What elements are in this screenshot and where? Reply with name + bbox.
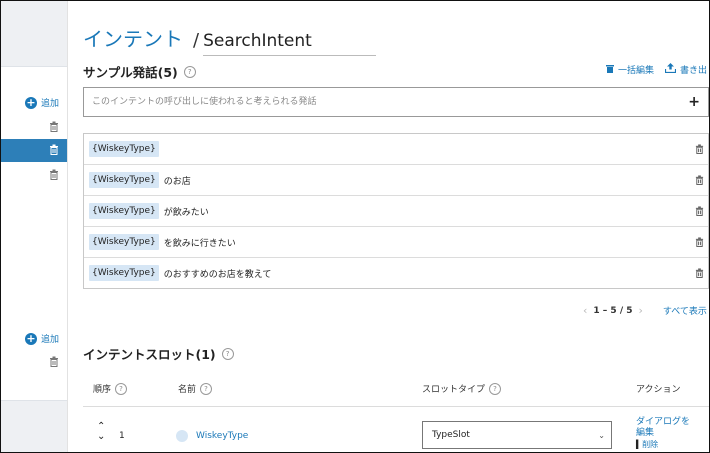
utterance-row[interactable]: {WiskeyType} (84, 134, 708, 165)
reorder-control: ⌃ ⌄ (97, 422, 105, 442)
page-header: インテント / SearchIntent (83, 23, 376, 56)
trash-icon[interactable] (695, 268, 704, 278)
chevron-left-icon[interactable]: ‹ (583, 304, 587, 317)
column-header-action: アクション (636, 385, 681, 395)
plus-circle-icon: + (25, 331, 37, 345)
edit-dialog-link[interactable]: ダイアログを 編集 (636, 417, 690, 439)
intent-name-field[interactable]: SearchIntent (203, 31, 376, 56)
table-row: ⌃ ⌄ 1 WiskeyType TypeSlot ⌄ ダイアログを 編集 ▍削 (83, 416, 709, 452)
edit-icon (606, 64, 614, 76)
trash-icon[interactable] (49, 356, 59, 367)
column-header-slot-type: スロットタイプ ? (422, 382, 502, 395)
sample-utterances-heading: サンプル発話(5) ? (83, 62, 196, 81)
add-utterance-button[interactable]: + (688, 94, 700, 110)
sidebar-add-label: 追加 (41, 335, 60, 345)
utterance-row[interactable]: {WiskeyType} のお店 (84, 165, 708, 196)
sidebar-footer-band (1, 401, 67, 452)
slot-tag[interactable]: {WiskeyType} (89, 172, 159, 188)
sidebar-add-button-2[interactable]: + 追加 (25, 332, 59, 345)
utterance-text: が飲みたい (163, 207, 209, 218)
help-icon[interactable]: ? (183, 65, 196, 78)
utterance-text: を飲みに行きたい (163, 238, 236, 249)
help-icon[interactable]: ? (115, 382, 128, 395)
sidebar: + 追加 + 追加 (1, 1, 68, 452)
slot-tag[interactable]: {WiskeyType} (89, 203, 159, 219)
trash-icon[interactable] (49, 169, 59, 180)
export-button[interactable]: 書き出 (664, 63, 708, 76)
utterance-row[interactable]: {WiskeyType} が飲みたい (84, 196, 708, 227)
intent-slots-heading: インテントスロット(1) ? (83, 344, 234, 363)
pagination: ‹ 1 – 5 / 5 › すべて表示 (583, 304, 707, 317)
app-frame: + 追加 + 追加 インテント / SearchIntent サンプル発話(5)… (0, 0, 710, 453)
slot-color-dot (176, 430, 188, 442)
bulk-edit-label: 一括編集 (618, 66, 655, 76)
utterance-text: のおすすめのお店を教えて (163, 269, 272, 280)
delete-slot-link[interactable]: ▍削除 (636, 439, 690, 450)
sidebar-header-band (1, 1, 67, 66)
trash-icon[interactable] (49, 144, 59, 155)
intent-slots-title: インテントスロット(1) (83, 347, 216, 362)
main-content: インテント / SearchIntent サンプル発話(5) ? 一括編集 書き… (67, 1, 709, 452)
slot-actions: ダイアログを 編集 ▍削除 (636, 417, 690, 450)
utterance-input-box: + (83, 87, 709, 117)
sidebar-selected-item[interactable] (1, 139, 67, 162)
breadcrumb-separator: / (193, 30, 200, 51)
column-header-name: 名前 ? (178, 382, 213, 395)
utterance-list: {WiskeyType} {WiskeyType} のお店 {WiskeyTyp… (83, 133, 709, 289)
trash-icon[interactable] (695, 175, 704, 185)
utterance-row[interactable]: {WiskeyType} を飲みに行きたい (84, 227, 708, 258)
slot-type-value: TypeSlot (432, 430, 470, 440)
breadcrumb-intents-link[interactable]: インテント (83, 23, 183, 52)
trash-icon[interactable] (695, 237, 704, 247)
trash-icon[interactable] (695, 206, 704, 216)
help-icon[interactable]: ? (200, 382, 213, 395)
trash-icon[interactable] (695, 144, 704, 154)
chevron-right-icon[interactable]: › (639, 304, 643, 317)
slot-tag[interactable]: {WiskeyType} (89, 141, 159, 157)
slot-order: 1 (119, 431, 125, 441)
export-label: 書き出 (680, 66, 708, 76)
bulk-edit-button[interactable]: 一括編集 (606, 63, 654, 76)
pagination-range: 1 – 5 / 5 (593, 305, 633, 316)
plus-circle-icon: + (25, 95, 37, 109)
sidebar-add-label: 追加 (41, 99, 60, 109)
help-icon[interactable]: ? (221, 347, 234, 360)
trash-icon[interactable] (49, 121, 59, 132)
utterance-row[interactable]: {WiskeyType} のおすすめのお店を教えて (84, 258, 708, 288)
utterance-input[interactable] (84, 88, 680, 116)
show-all-link[interactable]: すべて表示 (663, 304, 707, 317)
slot-type-select[interactable]: TypeSlot ⌄ (422, 421, 612, 449)
slot-name-link[interactable]: WiskeyType (196, 431, 248, 441)
slot-tag[interactable]: {WiskeyType} (89, 234, 159, 250)
sample-utterances-title: サンプル発話(5) (83, 65, 178, 80)
sidebar-add-button[interactable]: + 追加 (25, 96, 59, 109)
help-icon[interactable]: ? (489, 382, 502, 395)
column-header-order: 順序 ? (93, 382, 128, 395)
slot-tag[interactable]: {WiskeyType} (89, 265, 159, 281)
upload-icon (664, 63, 677, 76)
chevron-down-icon[interactable]: ⌄ (97, 432, 105, 442)
utterance-text: のお店 (163, 176, 191, 187)
chevron-down-icon: ⌄ (598, 431, 605, 440)
